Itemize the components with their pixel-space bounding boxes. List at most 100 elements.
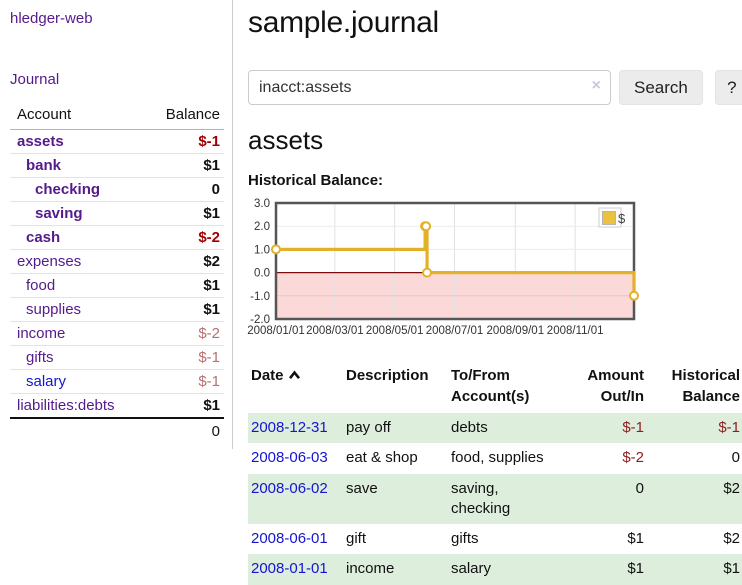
accounts-header-account: Account	[10, 102, 147, 130]
main-content: sample.journal × Search ? assets Histori…	[233, 0, 742, 585]
account-balance: $-2	[147, 322, 224, 346]
account-balance: $2	[147, 250, 224, 274]
account-row: salary $-1	[10, 370, 224, 394]
account-link[interactable]: salary	[26, 373, 145, 390]
accounts-table: Account Balance assets $-1 bank $1 check…	[10, 102, 224, 443]
account-row: checking 0	[10, 178, 224, 202]
account-link[interactable]: cash	[26, 229, 145, 246]
transaction-balance: $1	[646, 554, 742, 584]
account-balance: $-1	[147, 346, 224, 370]
account-balance: $-1	[147, 370, 224, 394]
account-link[interactable]: liabilities:debts	[17, 397, 145, 414]
brand-link[interactable]: hledger-web	[10, 10, 224, 27]
svg-text:2008/11/01: 2008/11/01	[547, 325, 604, 337]
chart-title: Historical Balance:	[248, 172, 742, 189]
account-row: supplies $1	[10, 298, 224, 322]
app-layout: hledger-web Journal Account Balance asse…	[0, 0, 742, 585]
account-balance: $-1	[147, 130, 224, 154]
svg-text:2008/01/01: 2008/01/01	[247, 325, 305, 337]
transaction-description: save	[346, 474, 451, 525]
register-header-date-label: Date	[251, 367, 284, 384]
transaction-description: pay off	[346, 413, 451, 443]
register-header-description: Description	[346, 361, 451, 413]
svg-text:$: $	[618, 211, 626, 226]
register-header-accounts: To/From Account(s)	[451, 361, 554, 413]
nav-journal-link[interactable]: Journal	[10, 71, 224, 88]
account-link[interactable]: assets	[17, 133, 145, 150]
account-balance: $1	[147, 298, 224, 322]
accounts-header-row: Account Balance	[10, 102, 224, 130]
register-header-balance-line2: Balance	[646, 386, 740, 407]
account-balance: $1	[147, 202, 224, 226]
transaction-accounts: salary	[451, 554, 554, 584]
account-row: income $-2	[10, 322, 224, 346]
register-row: 2008-06-03 eat & shop food, supplies $-2…	[248, 443, 742, 473]
register-header-amount-line1: Amount	[554, 365, 644, 386]
transaction-date-link[interactable]: 2008-12-31	[251, 419, 328, 436]
transaction-date-link[interactable]: 2008-06-01	[251, 530, 328, 547]
account-row: bank $1	[10, 154, 224, 178]
accounts-total-value: 0	[147, 418, 224, 443]
help-button[interactable]: ?	[715, 70, 742, 105]
register-header-row: Date Description To/From Account(s) Amou…	[248, 361, 742, 413]
account-heading: assets	[248, 125, 742, 156]
search-form: × Search ?	[248, 70, 742, 105]
transaction-amount: $1	[554, 524, 646, 554]
clear-search-icon[interactable]: ×	[592, 77, 601, 95]
account-row: saving $1	[10, 202, 224, 226]
accounts-total-spacer	[10, 418, 147, 443]
account-link[interactable]: saving	[35, 205, 145, 222]
account-link[interactable]: gifts	[26, 349, 145, 366]
transaction-date-link[interactable]: 2008-06-03	[251, 449, 328, 466]
svg-text:0.0: 0.0	[254, 268, 270, 280]
transaction-accounts: food, supplies	[451, 443, 554, 473]
svg-text:2008/03/01: 2008/03/01	[306, 325, 364, 337]
account-link[interactable]: checking	[35, 181, 145, 198]
svg-text:2008/07/01: 2008/07/01	[426, 325, 484, 337]
page-title: sample.journal	[248, 6, 742, 40]
svg-text:3.0: 3.0	[254, 198, 270, 210]
account-row: cash $-2	[10, 226, 224, 250]
transaction-date-link[interactable]: 2008-01-01	[251, 560, 328, 577]
register-header-date[interactable]: Date	[248, 361, 346, 413]
account-row: liabilities:debts $1	[10, 394, 224, 419]
register-header-accounts-line2: Account(s)	[451, 386, 546, 407]
transaction-accounts: saving, checking	[451, 474, 554, 525]
account-row: expenses $2	[10, 250, 224, 274]
account-balance: $-2	[147, 226, 224, 250]
register-header-amount-line2: Out/In	[554, 386, 644, 407]
account-link[interactable]: food	[26, 277, 145, 294]
register-header-balance-line1: Historical	[646, 365, 740, 386]
transaction-description: income	[346, 554, 451, 584]
transaction-description: gift	[346, 524, 451, 554]
transaction-accounts: gifts	[451, 524, 554, 554]
search-input-wrap: ×	[248, 70, 611, 105]
register-header-amount: Amount Out/In	[554, 361, 646, 413]
sidebar: hledger-web Journal Account Balance asse…	[0, 0, 233, 449]
search-button[interactable]: Search	[619, 70, 703, 105]
register-row: 2008-12-31 pay off debts $-1 $-1	[248, 413, 742, 443]
register-row: 2008-01-01 income salary $1 $1	[248, 554, 742, 584]
accounts-header-balance: Balance	[147, 102, 224, 130]
transaction-balance: 0	[646, 443, 742, 473]
account-row: assets $-1	[10, 130, 224, 154]
account-balance: 0	[147, 178, 224, 202]
search-input[interactable]	[248, 70, 611, 105]
register-row: 2008-06-02 save saving, checking 0 $2	[248, 474, 742, 525]
register-header-balance: Historical Balance	[646, 361, 742, 413]
account-link[interactable]: expenses	[17, 253, 145, 270]
sort-ascending-icon	[288, 370, 301, 380]
transaction-balance: $2	[646, 524, 742, 554]
account-row: food $1	[10, 274, 224, 298]
transaction-date-link[interactable]: 2008-06-02	[251, 480, 328, 497]
transaction-amount: $1	[554, 554, 646, 584]
historical-balance-chart: 2008/01/012008/03/012008/05/012008/07/01…	[248, 197, 742, 347]
svg-text:-2.0: -2.0	[250, 314, 270, 326]
account-link[interactable]: bank	[26, 157, 145, 174]
svg-text:2.0: 2.0	[254, 221, 270, 233]
transaction-amount: $-1	[554, 413, 646, 443]
svg-text:2008/05/01: 2008/05/01	[366, 325, 424, 337]
account-link[interactable]: supplies	[26, 301, 145, 318]
transaction-description: eat & shop	[346, 443, 451, 473]
account-link[interactable]: income	[17, 325, 145, 342]
